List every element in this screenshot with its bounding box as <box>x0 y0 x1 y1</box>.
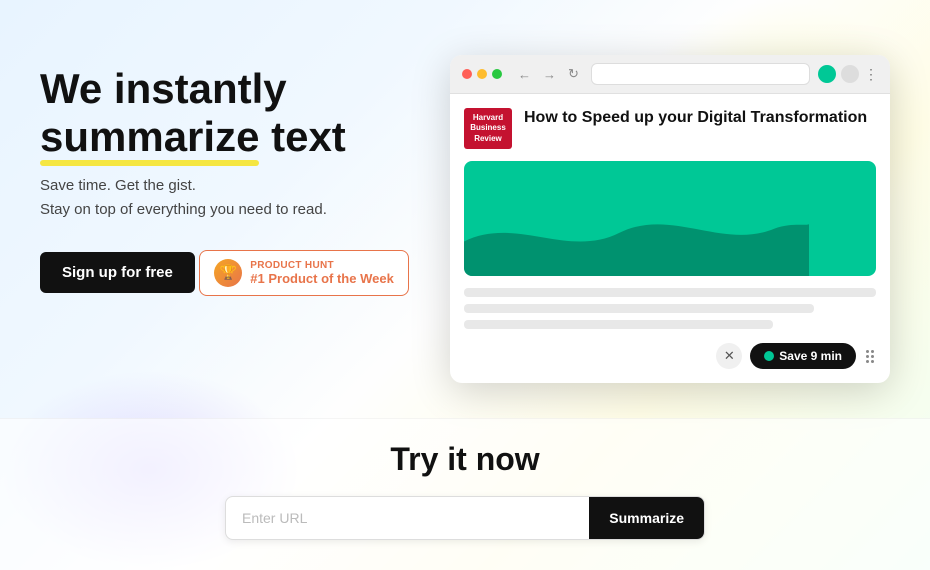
hero-title-start: We instantly <box>40 65 287 112</box>
hero-subtitle-line1: Save time. Get the gist. <box>40 177 196 194</box>
hero-subtitle-line2: Stay on top of everything you need to re… <box>40 201 327 218</box>
signup-button[interactable]: Sign up for free <box>40 252 195 293</box>
product-hunt-text: Product Hunt #1 Product of the Week <box>250 260 394 286</box>
try-section: Try it now Summarize <box>0 418 930 570</box>
save-label: Save 9 min <box>779 349 842 363</box>
article-line-2 <box>464 304 814 313</box>
dot-green[interactable] <box>492 69 502 79</box>
close-button[interactable]: ✕ <box>716 343 742 369</box>
hero-title-end: text <box>259 113 345 160</box>
drag-handle[interactable] <box>864 348 876 365</box>
hbr-logo: Harvard Business Review <box>464 108 512 149</box>
browser-mockup: ← → ↻ ⋮ <box>450 55 890 383</box>
article-header: Harvard Business Review How to Speed up … <box>464 108 876 149</box>
nav-back[interactable]: ← <box>514 65 535 84</box>
article-line-1 <box>464 288 876 297</box>
article-line-3 <box>464 320 773 329</box>
url-input[interactable] <box>226 497 589 539</box>
article-lines <box>464 288 876 329</box>
try-title: Try it now <box>40 441 890 478</box>
summarize-button[interactable]: Summarize <box>589 497 704 539</box>
browser-window: ← → ↻ ⋮ <box>450 55 890 383</box>
hero-title-highlight: summarize <box>40 113 259 161</box>
nav-forward[interactable]: → <box>539 65 560 84</box>
hero-title: We instantly summarize text <box>40 65 430 162</box>
dot-yellow[interactable] <box>477 69 487 79</box>
extension-icon-gray[interactable] <box>841 65 859 83</box>
browser-dots <box>462 69 502 79</box>
ph-rank: #1 Product of the Week <box>250 271 394 286</box>
product-hunt-badge[interactable]: 🏆 Product Hunt #1 Product of the Week <box>199 250 409 296</box>
extension-icon-green[interactable] <box>818 65 836 83</box>
hero-subtitle: Save time. Get the gist. Stay on top of … <box>40 174 430 222</box>
url-form: Summarize <box>225 496 705 540</box>
article-image <box>464 161 876 276</box>
browser-content: Harvard Business Review How to Speed up … <box>450 94 890 383</box>
address-bar[interactable] <box>591 63 810 85</box>
nav-refresh[interactable]: ↻ <box>564 64 583 84</box>
browser-menu-icon[interactable]: ⋮ <box>864 66 878 83</box>
browser-extensions: ⋮ <box>818 65 878 83</box>
hero-section: We instantly summarize text Save time. G… <box>0 0 930 418</box>
ph-label: Product Hunt <box>250 260 394 271</box>
browser-action-bar: ✕ Save 9 min <box>464 343 876 369</box>
hero-left: We instantly summarize text Save time. G… <box>40 55 430 315</box>
trophy-icon: 🏆 <box>214 259 242 287</box>
save-summary-button[interactable]: Save 9 min <box>750 343 856 369</box>
article-title: How to Speed up your Digital Transformat… <box>524 108 867 129</box>
dot-red[interactable] <box>462 69 472 79</box>
browser-toolbar: ← → ↻ ⋮ <box>450 55 890 94</box>
save-dot-icon <box>764 351 774 361</box>
browser-nav: ← → ↻ <box>514 64 583 84</box>
